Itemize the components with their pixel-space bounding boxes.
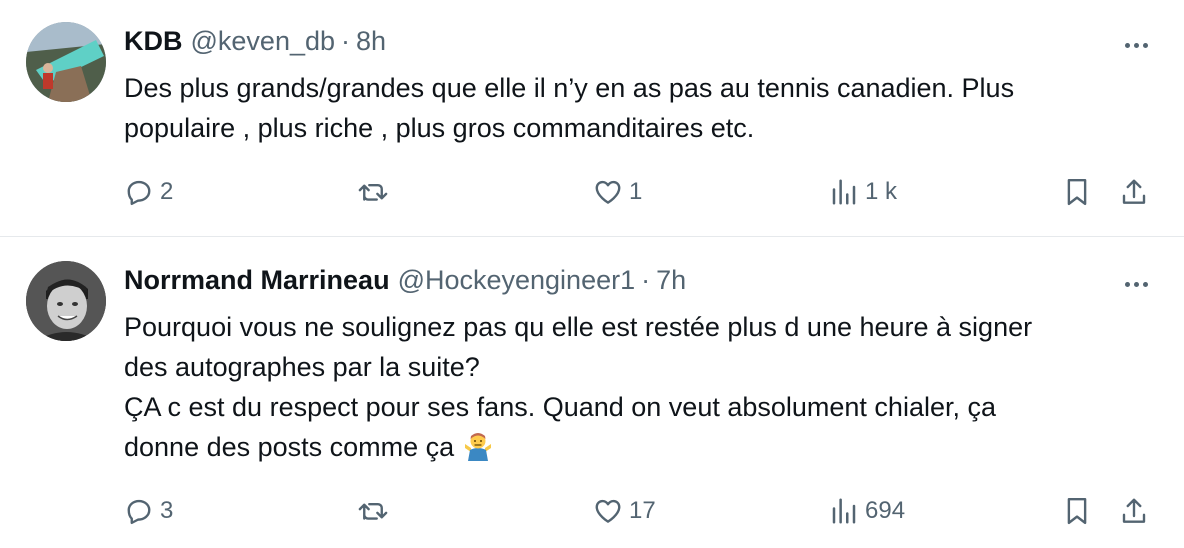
retweet-icon (358, 502, 388, 520)
views-chart-icon (832, 179, 856, 205)
like-button[interactable]: 17 (593, 491, 656, 531)
retweet-button[interactable] (356, 172, 396, 212)
more-options-icon[interactable] (1118, 269, 1154, 299)
action-bar: 3 17 694 (124, 491, 1158, 531)
bookmark-button[interactable] (1062, 172, 1092, 212)
views-count: 694 (865, 497, 906, 524)
share-icon (1122, 498, 1146, 523)
reply-icon (127, 180, 151, 206)
like-count: 1 (629, 178, 643, 205)
bookmark-icon (1067, 497, 1087, 525)
tweet-text: Pourquoi vous ne soulignez pas qu elle e… (124, 307, 1154, 473)
author-handle[interactable]: @keven_db (191, 26, 336, 57)
man-shrugging-icon (462, 430, 494, 473)
like-button[interactable]: 1 (593, 172, 642, 212)
tweet[interactable]: Norrmand Marrineau @Hockeyengineer1 · 7h… (0, 237, 1184, 548)
tweet-text-body: Pourquoi vous ne soulignez pas qu elle e… (124, 312, 1033, 462)
separator-dot: · (641, 265, 651, 295)
share-icon (1122, 179, 1146, 204)
timestamp[interactable]: 8h (356, 26, 386, 57)
share-button[interactable] (1119, 491, 1149, 531)
views-button[interactable]: 694 (829, 491, 905, 531)
share-button[interactable] (1119, 172, 1149, 212)
retweet-icon (358, 183, 388, 201)
tweet[interactable]: KDB @keven_db · 8h Des plus grands/grand… (0, 0, 1184, 237)
heart-icon (595, 499, 621, 523)
reply-count: 3 (160, 497, 174, 524)
avatar[interactable] (26, 22, 106, 102)
views-count: 1 k (865, 178, 898, 205)
views-button[interactable]: 1 k (829, 172, 897, 212)
author-handle[interactable]: @Hockeyengineer1 (398, 265, 636, 296)
like-count: 17 (629, 497, 656, 524)
reply-button[interactable]: 3 (124, 491, 173, 531)
views-chart-icon (832, 498, 856, 524)
retweet-button[interactable] (356, 491, 396, 531)
bookmark-icon (1067, 178, 1087, 206)
more-options-icon[interactable] (1118, 30, 1154, 60)
bookmark-button[interactable] (1062, 491, 1092, 531)
tweet-text: Des plus grands/grandes que elle il n’y … (124, 73, 1015, 143)
avatar[interactable] (26, 261, 106, 341)
author-name[interactable]: Norrmand Marrineau (124, 265, 390, 296)
reply-icon (127, 499, 151, 525)
heart-icon (595, 180, 621, 204)
timestamp[interactable]: 7h (656, 265, 686, 296)
reply-button[interactable]: 2 (124, 172, 173, 212)
separator-dot: · (341, 26, 351, 56)
reply-count: 2 (160, 178, 174, 205)
action-bar: 2 1 1 k (124, 172, 1158, 212)
author-name[interactable]: KDB (124, 26, 183, 57)
